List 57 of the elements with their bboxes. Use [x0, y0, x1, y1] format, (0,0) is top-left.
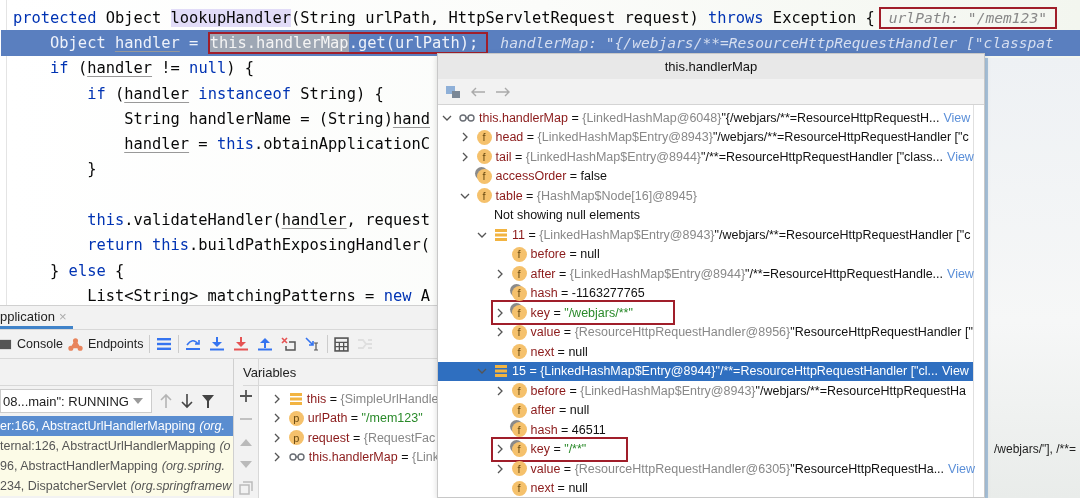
tree-node-text: this = {SimpleUrlHandle — [306, 391, 439, 406]
code-line: if (handler != null) { — [49, 58, 254, 80]
field-icon: f — [476, 149, 492, 165]
tree-node-text: after = null — [530, 403, 590, 418]
code-line: handler = this.obtainApplicationC — [123, 134, 431, 156]
field-icon: f — [511, 422, 527, 438]
field-icon: f — [511, 266, 527, 282]
field-icon: f — [511, 285, 527, 301]
tree-node-text: request = {RequestFac — [307, 430, 436, 445]
code-line: } else { — [49, 260, 125, 282]
parameter-icon: p — [288, 410, 304, 426]
field-icon: f — [476, 168, 492, 184]
field-icon: f — [476, 188, 492, 204]
background-text: /webjars/"], /**= — [994, 442, 1076, 456]
inline-value-hint: handlerMap: "{/webjars/**=ResourceHttpRequestHandler ["classpat — [499, 33, 1055, 54]
field-icon: f — [511, 305, 527, 321]
code-line: return this.buildPathExposingHandler( — [86, 235, 430, 257]
tree-node-text: before = {LinkedHashMap$Entry@8943}"/webjars/**=ResourceHttpRequestHa — [530, 383, 966, 398]
field-icon: f — [511, 383, 527, 399]
tree-node-text: accessOrder = false — [495, 169, 607, 184]
tree-node-text: key = "/webjars/**" — [530, 305, 633, 320]
field-icon: f — [511, 461, 527, 477]
code-line: protected Object lookupHandler(String urlPath, HttpServletRequest request) throws Exception { — [13, 7, 875, 29]
tree-node-text: hash = 46511 — [530, 422, 606, 437]
code-line: } — [86, 159, 97, 181]
field-icon: f — [511, 246, 527, 262]
inline-value-hint: urlPath: "/mem123" — [878, 6, 1057, 29]
tree-note: Not showing null elements — [494, 208, 640, 223]
code-line: Object handler = — [49, 32, 200, 54]
parameter-icon: p — [288, 430, 304, 446]
code-line: this.validateHandler(handler, request — [86, 210, 430, 231]
field-icon: f — [511, 402, 527, 418]
tree-node-text: value = {ResourceHttpRequestHandler@8956}"ResourceHttpRequestHandler [" — [530, 325, 973, 340]
field-icon: f — [511, 441, 527, 457]
field-icon: f — [476, 129, 492, 145]
tree-node-text: urlPath = "/mem123" — [307, 411, 423, 426]
tree-node-text: hash = -1163277765 — [530, 286, 645, 301]
tree-node-text: next = null — [530, 344, 588, 359]
tree-node-text: after = {LinkedHashMap$Entry@8944}"/**=ResourceHttpRequestHandle... — [530, 266, 944, 281]
popup-title: this.handlerMap — [664, 59, 758, 74]
code-line: String handlerName = (String)hand — [123, 108, 430, 130]
tree-node-text: before = null — [530, 247, 600, 262]
tree-node-text: next = null — [530, 481, 588, 496]
tree-node-text: 15 = {LinkedHashMap$Entry@8944}"/**=ResourceHttpRequestHandler ["cl... — [512, 364, 938, 379]
tree-node-text: key = "/**" — [530, 442, 587, 457]
tree-node-text: 11 = {LinkedHashMap$Entry@8943}"/webjars/**=ResourceHttpRequestHandler ["c — [512, 227, 971, 242]
highlighted-code: this.handlerMap.get(urlPath); — [207, 31, 489, 54]
tree-node-text: table = {HashMap$Node[16]@8945} — [495, 188, 697, 203]
panel-title: Variables — [243, 364, 297, 380]
field-icon: f — [511, 344, 527, 360]
tree-node-text: value = {ResourceHttpRequestHandler@6305}"ResourceHttpRequestHa... — [530, 461, 945, 476]
tree-node-text: tail = {LinkedHashMap$Entry@8944}"/**=ResourceHttpRequestHandler ["class... — [495, 149, 944, 164]
field-icon: f — [511, 480, 527, 496]
tree-node-text: this.handlerMap = {LinkedHashMap@6048}"{/webjars/**=ResourceHttpRequestH... — [479, 110, 940, 125]
code-line: if (handler instanceof String) { — [86, 83, 384, 105]
code-line: List<String> matchingPatterns = new A — [86, 285, 430, 307]
tree-node-text: head = {LinkedHashMap$Entry@8943}"/webjars/**=ResourceHttpRequestHandler ["c — [495, 130, 969, 145]
